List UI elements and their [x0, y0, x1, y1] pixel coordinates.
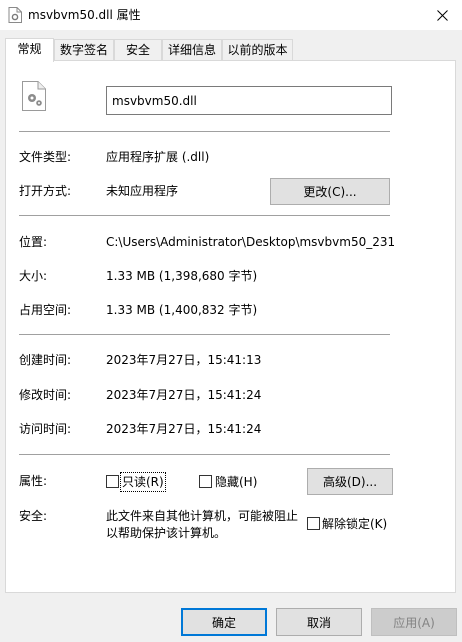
- readonly-label[interactable]: 只读(R): [120, 472, 166, 492]
- unblock-checkbox[interactable]: [307, 517, 320, 530]
- separator: [19, 334, 390, 335]
- tab-digital-signatures[interactable]: 数字签名: [54, 39, 114, 61]
- dll-file-icon: [8, 7, 22, 23]
- modified-label: 修改时间:: [19, 388, 72, 402]
- security-text-line2: 以帮助保护该计算机。: [106, 526, 227, 540]
- opens-with-value: 未知应用程序: [106, 184, 179, 198]
- ok-button[interactable]: 确定: [181, 608, 267, 636]
- hidden-label[interactable]: 隐藏(H): [215, 474, 257, 490]
- file-type-label: 文件类型:: [19, 150, 72, 164]
- change-button[interactable]: 更改(C)...: [270, 178, 390, 205]
- apply-button[interactable]: 应用(A): [371, 608, 457, 636]
- security-label: 安全:: [19, 509, 48, 523]
- tab-strip: 常规 数字签名 安全 详细信息 以前的版本: [0, 38, 462, 62]
- attributes-label: 属性:: [19, 474, 48, 488]
- size-on-disk-value: 1.33 MB (1,400,832 字节): [106, 303, 258, 317]
- size-on-disk-label: 占用空间:: [19, 303, 72, 317]
- size-value: 1.33 MB (1,398,680 字节): [106, 269, 258, 283]
- cancel-button[interactable]: 取消: [276, 608, 362, 636]
- tab-security[interactable]: 安全: [114, 39, 162, 61]
- accessed-label: 访问时间:: [19, 422, 72, 436]
- title-bar: msvbvm50.dll 属性: [0, 0, 462, 30]
- location-value: C:\Users\Administrator\Desktop\msvbvm50_…: [106, 235, 394, 249]
- tab-details[interactable]: 详细信息: [162, 39, 222, 61]
- opens-with-label: 打开方式:: [19, 184, 72, 198]
- accessed-value: 2023年7月27日，15:41:24: [106, 422, 262, 436]
- window-title: msvbvm50.dll 属性: [28, 8, 141, 22]
- dll-file-icon: [22, 81, 46, 111]
- hidden-checkbox[interactable]: [199, 475, 212, 488]
- advanced-button[interactable]: 高级(D)...: [307, 468, 393, 495]
- readonly-checkbox[interactable]: [106, 475, 119, 488]
- size-label: 大小:: [19, 269, 48, 283]
- close-button[interactable]: [422, 0, 462, 30]
- created-label: 创建时间:: [19, 353, 72, 367]
- modified-value: 2023年7月27日，15:41:24: [106, 388, 262, 402]
- general-panel: 文件类型: 应用程序扩展 (.dll) 打开方式: 未知应用程序 更改(C)..…: [5, 60, 456, 593]
- location-label: 位置:: [19, 235, 48, 249]
- file-type-value: 应用程序扩展 (.dll): [106, 150, 210, 164]
- close-icon: [436, 9, 448, 21]
- created-value: 2023年7月27日，15:41:13: [106, 353, 262, 367]
- separator: [19, 131, 390, 132]
- tab-previous-versions[interactable]: 以前的版本: [222, 39, 293, 61]
- security-text-line1: 此文件来自其他计算机，可能被阻止: [106, 509, 299, 523]
- tab-general[interactable]: 常规: [5, 38, 54, 62]
- unblock-label[interactable]: 解除锁定(K): [322, 516, 387, 532]
- separator: [19, 215, 390, 216]
- separator: [19, 454, 390, 455]
- file-name-input[interactable]: [106, 86, 392, 115]
